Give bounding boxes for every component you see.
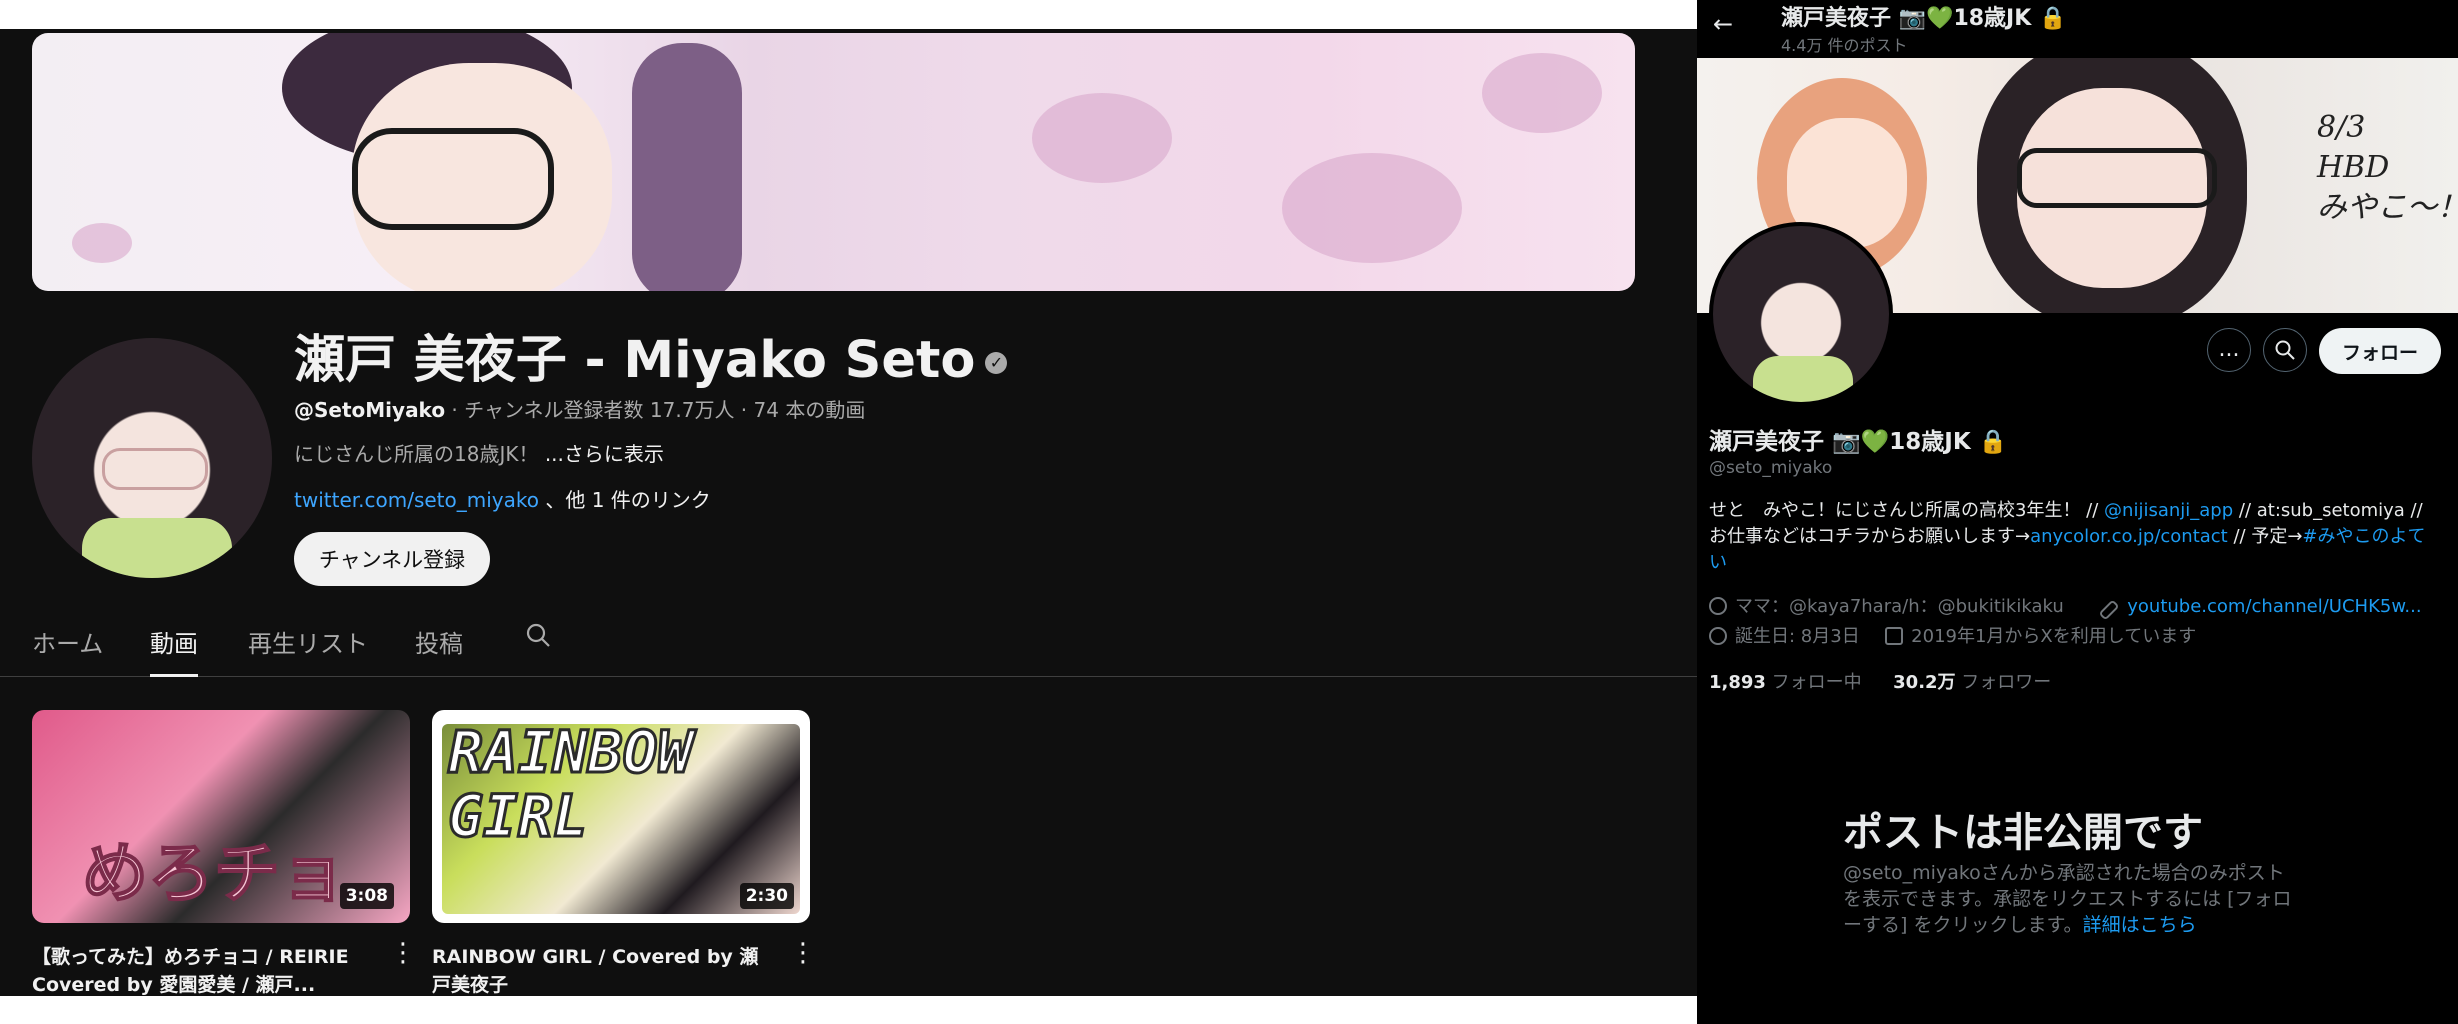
profile-website[interactable]: youtube.com/channel/UCHK5w... <box>2127 596 2421 617</box>
private-body-text: @seto_miyakoさんから承認された場合のみポストを表示できます。承認をリ… <box>1843 862 2292 936</box>
video-title[interactable]: 【歌ってみた】めろチョコ / REIRIE Covered by 愛園愛美 / … <box>32 943 370 996</box>
tab-videos[interactable]: 動画 <box>150 624 198 677</box>
profile-meta-row: ママ：@kaya7hara/h：@bukitikikaku youtube.co… <box>1709 592 2422 621</box>
channel-name: 瀬戸 美夜子 - Miyako Seto ✓ <box>294 318 1008 392</box>
channel-description-text: にじさんじ所属の18歳JK！ <box>294 442 545 466</box>
video-duration: 2:30 <box>739 883 794 909</box>
profile-meta-row: 誕生日: 8月3日 2019年1月からXを利用しています <box>1709 622 2196 648</box>
followers-count: 30.2万 <box>1893 672 1956 693</box>
followers-label: フォロワー <box>1955 672 2052 693</box>
bio-text: せと みやこ！にじさんじ所属の高校3年生！ // <box>1709 500 2105 521</box>
search-icon[interactable] <box>2263 328 2307 372</box>
video-thumbnail[interactable]: RAINBOW GIRL 2:30 <box>432 710 810 923</box>
bio-link-nijisanji[interactable]: @nijisanji_app <box>2104 500 2233 521</box>
channel-stats: · チャンネル登録者数 17.7万人 · 74 本の動画 <box>445 398 866 422</box>
banner-note: 8/3 HBD みやこ〜！ <box>2317 110 2458 225</box>
verified-icon: ✓ <box>985 352 1008 374</box>
link-icon <box>2098 599 2120 621</box>
private-body: @seto_miyakoさんから承認された場合のみポストを表示できます。承認をリ… <box>1843 860 2303 938</box>
show-more-link[interactable]: ...さらに表示 <box>545 442 664 466</box>
profile-location: ママ：@kaya7hara/h：@bukitikikaku <box>1735 596 2064 617</box>
video-card[interactable]: RAINBOW GIRL 2:30 RAINBOW GIRL / Covered… <box>432 710 816 996</box>
channel-link[interactable]: twitter.com/seto_miyako <box>294 488 539 512</box>
bio-text: // 予定→ <box>2227 526 2303 547</box>
tab-playlists[interactable]: 再生リスト <box>248 624 368 674</box>
channel-name-text: 瀬戸 美夜子 - Miyako Seto <box>294 331 976 390</box>
following-count: 1,893 <box>1709 672 1766 693</box>
profile-handle: @seto_miyako <box>1709 458 1833 478</box>
video-thumbnail[interactable]: めろチョコ 3:08 <box>32 710 410 923</box>
channel-meta: @SetoMiyako · チャンネル登録者数 17.7万人 · 74 本の動画 <box>294 394 865 423</box>
channel-avatar[interactable] <box>32 338 272 578</box>
search-icon[interactable] <box>525 622 551 648</box>
thumbnail-text: RAINBOW GIRL <box>446 718 693 850</box>
followers-link[interactable]: 30.2万 フォロワー <box>1893 672 2051 693</box>
video-card[interactable]: めろチョコ 3:08 【歌ってみた】めろチョコ / REIRIE Covered… <box>32 710 416 996</box>
back-arrow-icon[interactable]: ← <box>1713 10 1733 38</box>
bio-link-contact[interactable]: anycolor.co.jp/contact <box>2030 526 2228 547</box>
more-icon[interactable]: ... <box>2207 328 2251 372</box>
tab-home[interactable]: ホーム <box>32 624 103 674</box>
post-count: 4.4万 件のポスト <box>1781 36 1908 55</box>
channel-handle: @SetoMiyako <box>294 398 446 422</box>
video-duration: 3:08 <box>339 883 394 909</box>
profile-bio: せと みやこ！にじさんじ所属の高校3年生！ // @nijisanji_app … <box>1709 498 2439 576</box>
profile-joined: 2019年1月からXを利用しています <box>1911 626 2197 647</box>
following-link[interactable]: 1,893 フォロー中 <box>1709 672 1862 693</box>
balloon-icon <box>1709 627 1727 645</box>
following-label: フォロー中 <box>1765 672 1862 693</box>
youtube-channel-page: 瀬戸 美夜子 - Miyako Seto ✓ @SetoMiyako · チャンネ… <box>0 0 1697 996</box>
private-title: ポストは非公開です <box>1843 810 2203 856</box>
more-options-icon[interactable]: ⋮ <box>790 938 816 968</box>
channel-banner <box>32 33 1635 291</box>
tab-posts[interactable]: 投稿 <box>415 624 463 674</box>
channel-tabs: ホーム 動画 再生リスト 投稿 <box>0 604 1697 677</box>
follow-button[interactable]: フォロー <box>2319 328 2441 374</box>
follow-stats: 1,893 フォロー中 30.2万 フォロワー <box>1709 668 2051 694</box>
more-options-icon[interactable]: ⋮ <box>390 938 416 968</box>
learn-more-link[interactable]: 詳細はこちら <box>2083 914 2197 936</box>
channel-description[interactable]: にじさんじ所属の18歳JK！ ...さらに表示 <box>294 438 664 467</box>
location-icon <box>1709 597 1727 615</box>
profile-avatar[interactable] <box>1709 222 1893 406</box>
calendar-icon <box>1885 627 1904 645</box>
top-strip <box>0 0 1697 29</box>
video-title[interactable]: RAINBOW GIRL / Covered by 瀬戸美夜子 <box>432 943 770 996</box>
header-title: 瀬戸美夜子 📷💚18歳JK 🔒 <box>1781 6 2067 31</box>
subscribe-button[interactable]: チャンネル登録 <box>294 532 490 586</box>
more-links[interactable]: 、他 1 件のリンク <box>539 488 710 512</box>
x-profile-page: ← 瀬戸美夜子 📷💚18歳JK 🔒 4.4万 件のポスト 8/3 HBD みやこ… <box>1697 0 2458 1024</box>
channel-links: twitter.com/seto_miyako 、他 1 件のリンク <box>294 484 711 513</box>
profile-name: 瀬戸美夜子 📷💚18歳JK 🔒 <box>1709 429 2008 455</box>
profile-birthday: 誕生日: 8月3日 <box>1735 626 1860 647</box>
